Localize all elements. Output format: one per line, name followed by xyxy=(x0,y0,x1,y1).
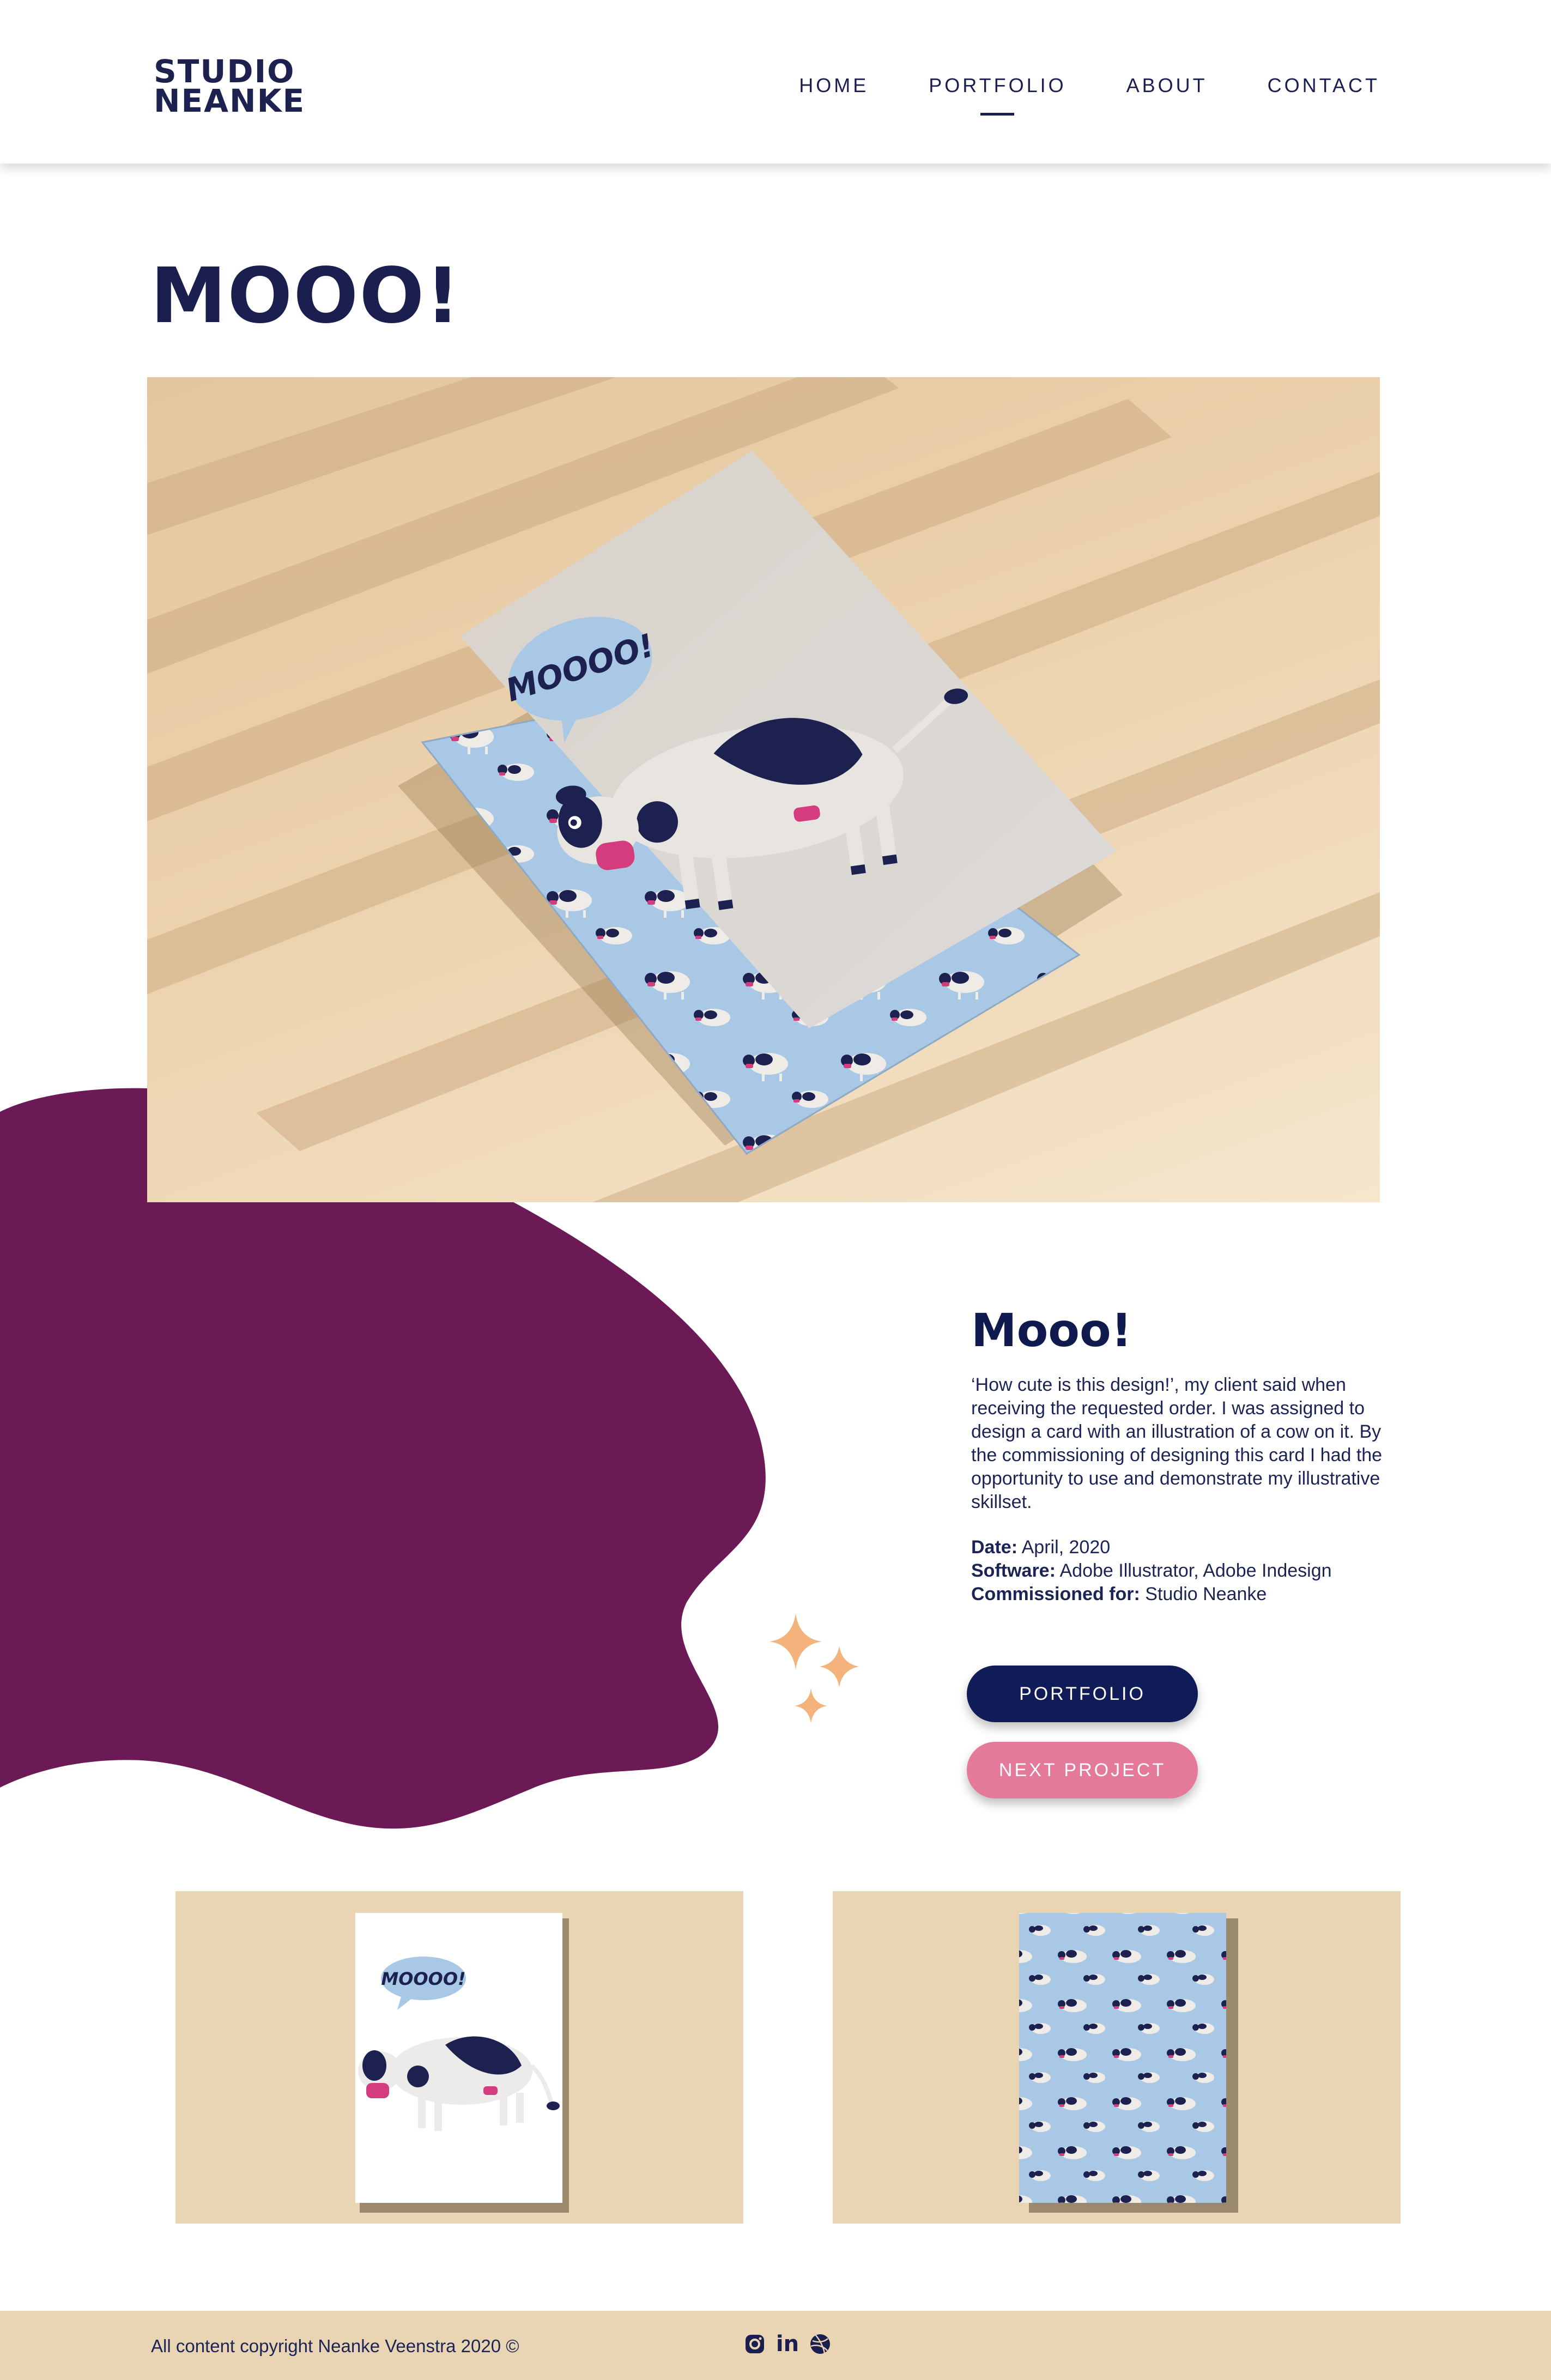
software-row: Software: Adobe Illustrator, Adobe Indes… xyxy=(971,1559,1385,1583)
site-header: STUDIO NEANKE HOME PORTFOLIO ABOUT CONTA… xyxy=(0,0,1551,163)
gallery-image-card[interactable]: MOOOO! xyxy=(175,1891,743,2224)
footer-copyright: All content copyright Neanke Veenstra 20… xyxy=(151,2336,519,2356)
linkedin-icon[interactable]: in xyxy=(776,2333,799,2355)
site-footer: All content copyright Neanke Veenstra 20… xyxy=(0,2311,1551,2380)
date-label: Date: xyxy=(971,1537,1018,1558)
portfolio-button[interactable]: PORTFOLIO xyxy=(967,1666,1198,1722)
card-speech-text: MOOOO! xyxy=(381,1969,465,1989)
nav-portfolio[interactable]: PORTFOLIO xyxy=(929,74,1066,97)
project-heading: Mooo! xyxy=(971,1304,1132,1357)
main-nav: HOME PORTFOLIO ABOUT CONTACT xyxy=(799,74,1380,97)
project-meta: Date: April, 2020 Software: Adobe Illust… xyxy=(971,1536,1385,1606)
project-description: ‘How cute is this design!’, my client sa… xyxy=(971,1374,1383,1512)
date-value: April, 2020 xyxy=(1021,1537,1111,1558)
next-project-button[interactable]: NEXT PROJECT xyxy=(967,1742,1198,1798)
software-value: Adobe Illustrator, Adobe Indesign xyxy=(1059,1560,1332,1581)
dribbble-icon[interactable] xyxy=(809,2333,832,2355)
nav-about[interactable]: ABOUT xyxy=(1126,74,1208,97)
logo-line-1: STUDIO xyxy=(154,53,295,90)
logo-line-2: NEANKE xyxy=(154,82,306,119)
instagram-icon[interactable] xyxy=(743,2333,766,2355)
hero-image: MOOOO! xyxy=(147,377,1380,1202)
commissioned-label: Commissioned for: xyxy=(971,1584,1140,1604)
studio-logo[interactable]: STUDIO NEANKE xyxy=(154,53,334,119)
nav-contact[interactable]: CONTACT xyxy=(1268,74,1380,97)
gallery-image-pattern[interactable] xyxy=(833,1891,1401,2224)
commissioned-value: Studio Neanke xyxy=(1145,1584,1267,1604)
software-label: Software: xyxy=(971,1560,1056,1581)
page-title: MOOO! xyxy=(150,252,462,341)
sparkle-icon xyxy=(770,1613,859,1723)
commissioned-row: Commissioned for: Studio Neanke xyxy=(971,1583,1385,1606)
date-row: Date: April, 2020 xyxy=(971,1536,1385,1559)
social-links: in xyxy=(743,2333,832,2355)
nav-home[interactable]: HOME xyxy=(799,74,869,97)
